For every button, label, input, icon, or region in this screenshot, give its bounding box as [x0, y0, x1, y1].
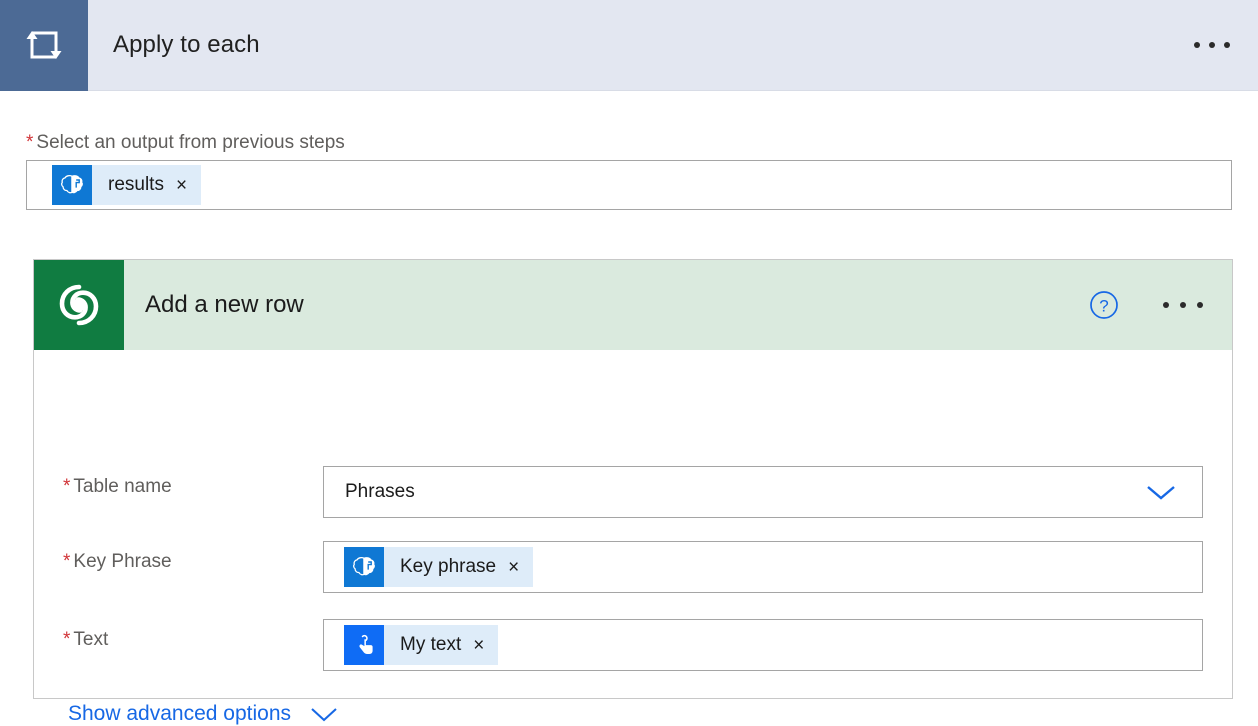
loop-menu-button[interactable] [1194, 42, 1230, 48]
cognitive-services-brain-icon [52, 165, 92, 205]
ellipsis-dot [1180, 302, 1186, 308]
required-marker: * [63, 476, 70, 497]
token-remove-button[interactable]: × [164, 176, 201, 195]
key-phrase-label-text: Key Phrase [73, 551, 171, 572]
token-chip-results[interactable]: results × [52, 165, 201, 205]
page-title: Apply to each [113, 31, 260, 59]
powerapps-tap-hand-icon [344, 625, 384, 665]
ellipsis-dot [1163, 302, 1169, 308]
action-menu-button[interactable] [1163, 302, 1203, 308]
form-row-key-phrase: *Key Phrase Key phrase [34, 541, 1232, 593]
token-remove-button[interactable]: × [496, 558, 533, 577]
text-label-text: Text [73, 629, 108, 650]
ellipsis-dot [1197, 302, 1203, 308]
form-row-text: *Text My text × [34, 619, 1232, 671]
text-label: *Text [63, 629, 108, 651]
apply-to-each-header: Apply to each [0, 0, 1258, 91]
token-label: results [92, 174, 164, 196]
token-label: Key phrase [384, 556, 496, 578]
token-chip-key-phrase[interactable]: Key phrase × [344, 547, 533, 587]
ellipsis-dot [1194, 42, 1200, 48]
ellipsis-dot [1224, 42, 1230, 48]
token-label: My text [384, 634, 461, 656]
output-token-input[interactable]: results × [26, 160, 1232, 210]
question-circle-icon[interactable]: ? [1089, 290, 1119, 320]
loop-repeat-icon [21, 22, 67, 68]
table-name-chevron-button[interactable] [1144, 482, 1178, 502]
key-phrase-input[interactable]: Key phrase × [323, 541, 1203, 593]
output-field-label-text: Select an output from previous steps [36, 132, 344, 153]
action-header-tools: ? [1089, 290, 1232, 320]
action-title: Add a new row [145, 291, 304, 319]
required-marker: * [63, 629, 70, 650]
text-input[interactable]: My text × [323, 619, 1203, 671]
chevron-down-icon [307, 704, 341, 724]
table-name-dropdown[interactable]: Phrases [323, 466, 1203, 518]
table-name-value: Phrases [324, 481, 415, 503]
cognitive-services-brain-icon [344, 547, 384, 587]
output-field-label: *Select an output from previous steps [26, 132, 345, 154]
required-marker: * [26, 132, 33, 153]
required-marker: * [63, 551, 70, 572]
svg-text:?: ? [1099, 297, 1108, 316]
form-row-table-name: *Table name Phrases [34, 466, 1232, 518]
table-name-label: *Table name [63, 476, 172, 498]
loop-icon-container [0, 0, 88, 91]
apply-to-each-body: *Select an output from previous steps re… [0, 91, 1258, 720]
action-icon-container [34, 260, 124, 350]
show-advanced-options-label: Show advanced options [68, 702, 291, 726]
token-chip-my-text[interactable]: My text × [344, 625, 498, 665]
add-a-new-row-action-card: Add a new row ? *Table name [33, 259, 1233, 699]
ellipsis-dot [1209, 42, 1215, 48]
chevron-down-icon [1144, 482, 1178, 502]
key-phrase-label: *Key Phrase [63, 551, 172, 573]
show-advanced-options-button[interactable]: Show advanced options [68, 702, 341, 726]
zoho-creator-swirl-icon [52, 278, 106, 332]
token-remove-button[interactable]: × [461, 636, 498, 655]
table-name-label-text: Table name [73, 476, 171, 497]
action-card-header[interactable]: Add a new row ? [34, 260, 1232, 350]
